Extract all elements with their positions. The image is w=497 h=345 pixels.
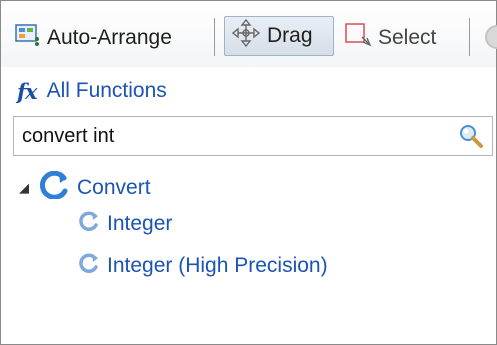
toolbar: Auto-Arrange Drag Select	[1, 1, 497, 67]
convert-function-icon	[77, 211, 99, 237]
fx-icon: fx	[17, 78, 38, 104]
select-button[interactable]: Select	[344, 18, 436, 58]
search-input[interactable]	[18, 121, 456, 151]
tree-node-integer-high-precision[interactable]: Integer (High Precision)	[77, 253, 328, 279]
tree-node-integer[interactable]: Integer	[77, 211, 172, 237]
functions-panel: Auto-Arrange Drag Select fx All Function…	[0, 0, 497, 345]
drag-move-icon	[231, 18, 261, 54]
category-label: All Functions	[46, 79, 167, 102]
auto-arrange-icon	[15, 24, 41, 52]
cancel-icon[interactable]	[485, 25, 497, 49]
drag-label: Drag	[267, 24, 313, 47]
drag-button[interactable]: Drag	[224, 16, 334, 56]
auto-arrange-button[interactable]: Auto-Arrange	[15, 18, 172, 58]
toolbar-separator	[469, 18, 470, 56]
select-icon	[344, 22, 372, 54]
convert-group-icon	[37, 170, 69, 205]
function-category-selector[interactable]: fx All Functions	[17, 75, 167, 107]
function-search-box	[13, 116, 493, 156]
select-label: Select	[378, 26, 437, 49]
tree-node-label: Integer (High Precision)	[107, 254, 328, 277]
tree-node-convert[interactable]: ◢ Convert	[19, 170, 151, 205]
collapse-triangle-icon[interactable]: ◢	[19, 180, 29, 196]
search-icon[interactable]	[458, 123, 484, 149]
toolbar-separator	[214, 18, 215, 56]
convert-function-icon	[77, 253, 99, 279]
tree-node-label: Integer	[107, 212, 173, 235]
tree-node-label: Convert	[77, 176, 151, 199]
auto-arrange-label: Auto-Arrange	[47, 26, 172, 49]
